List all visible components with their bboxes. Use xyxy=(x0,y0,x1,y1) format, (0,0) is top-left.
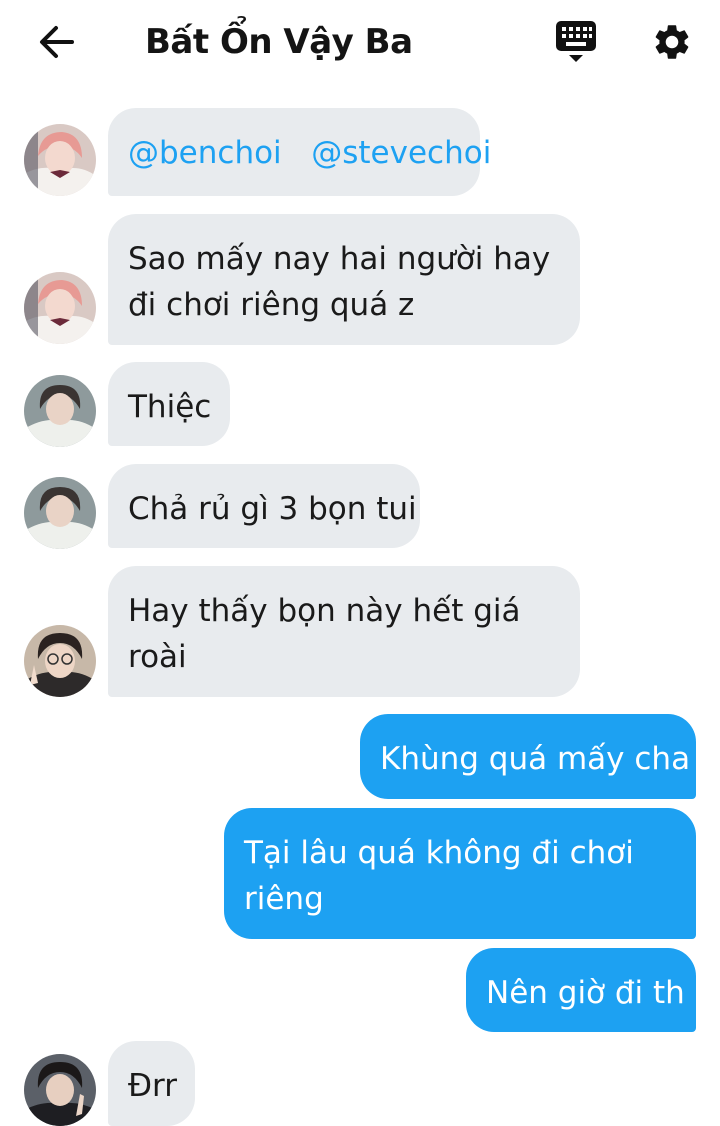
message-bubble-outgoing[interactable]: Nên giờ đi th xyxy=(466,948,696,1032)
mention-link[interactable]: @benchoi xyxy=(128,135,282,171)
back-button[interactable] xyxy=(28,20,84,64)
message-bubble-incoming[interactable]: Hay thấy bọn này hết giá roài xyxy=(108,566,580,697)
message-text: Tại lâu quá không đi chơi xyxy=(244,835,634,871)
message-bubble-outgoing[interactable]: Khùng quá mấy cha xyxy=(360,714,696,799)
chat-title: Bất Ổn Vậy Ba xyxy=(145,22,413,62)
message-bubble-incoming[interactable]: Chả rủ gì 3 bọn tui xyxy=(108,464,420,548)
avatar-peace-sign[interactable] xyxy=(24,1054,96,1126)
chat-header: Bất Ổn Vậy Ba xyxy=(0,0,720,86)
avatar-white-shirt[interactable] xyxy=(24,477,96,549)
avatar-glasses[interactable] xyxy=(24,625,96,697)
message-text: riêng xyxy=(244,881,324,917)
mention-link[interactable]: @stevechoi xyxy=(311,135,491,171)
gear-icon xyxy=(655,25,689,59)
message-text: Sao mấy nay hai người hay xyxy=(128,241,551,277)
message-text: Đrr xyxy=(128,1068,177,1104)
avatar-white-shirt[interactable] xyxy=(24,375,96,447)
message-bubble-incoming[interactable]: Thiệc xyxy=(108,362,230,446)
settings-button[interactable] xyxy=(646,18,698,66)
avatar-pink-hair[interactable] xyxy=(24,272,96,344)
message-bubble-incoming[interactable]: Đrr xyxy=(108,1041,195,1126)
message-text: Thiệc xyxy=(128,389,212,425)
message-text: roài xyxy=(128,639,187,675)
message-bubble-incoming[interactable]: Sao mấy nay hai người hay đi chơi riêng … xyxy=(108,214,580,345)
message-text: đi chơi riêng quá z xyxy=(128,287,415,323)
message-text: Hay thấy bọn này hết giá xyxy=(128,593,521,629)
mention-separator xyxy=(292,135,302,171)
message-text: Chả rủ gì 3 bọn tui xyxy=(128,491,417,527)
message-text: Nên giờ đi th xyxy=(486,975,685,1011)
message-bubble-outgoing[interactable]: Tại lâu quá không đi chơi riêng xyxy=(224,808,696,939)
avatar-pink-hair[interactable] xyxy=(24,124,96,196)
arrow-left-icon xyxy=(40,26,74,58)
chat-screen: Bất Ổn Vậy Ba @benchoi @stevechoi Sao mấ… xyxy=(0,0,720,1126)
message-bubble-incoming[interactable]: @benchoi @stevechoi xyxy=(108,108,491,196)
keyboard-icon xyxy=(556,21,596,62)
message-text: Khùng quá mấy cha xyxy=(380,741,691,777)
keyboard-button[interactable] xyxy=(550,18,602,66)
